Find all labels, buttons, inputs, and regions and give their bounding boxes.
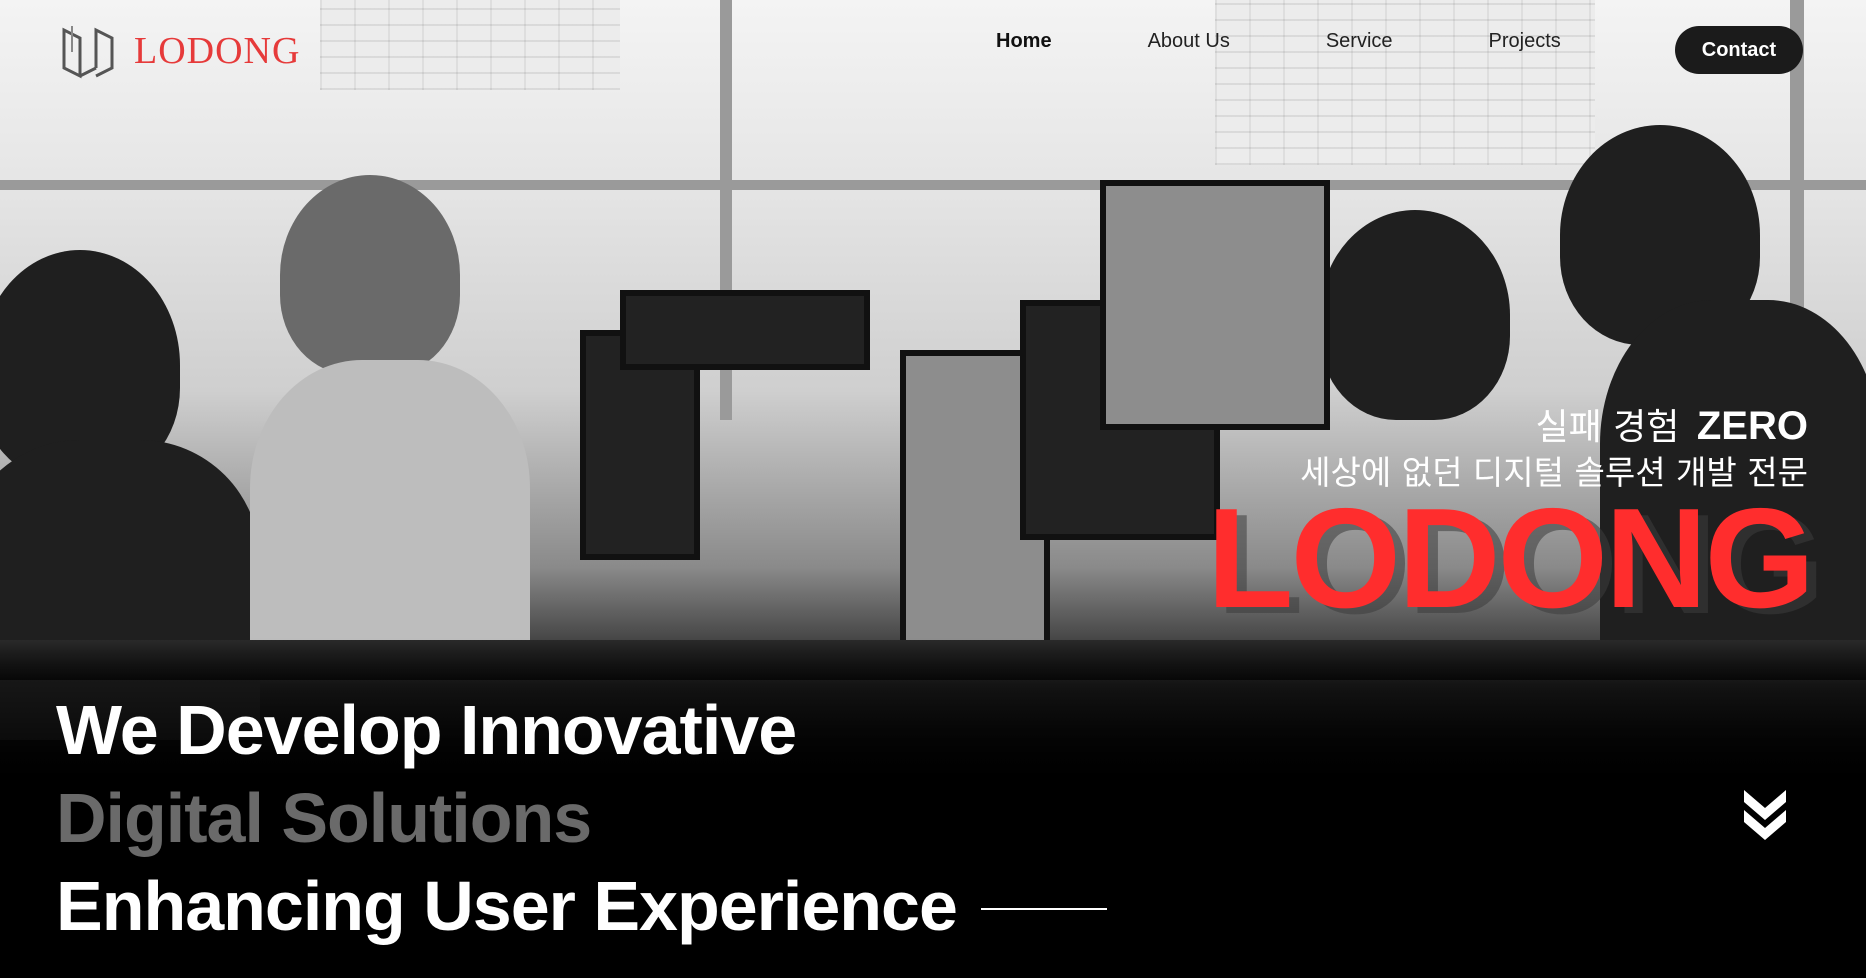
tagline-korean-primary: 실패 경험 ZERO [1535,398,1808,450]
hero-headline: We Develop Innovative Digital Solutions … [56,686,1107,950]
main-nav: Home About Us Service Projects [996,30,1561,53]
person-silhouette [250,360,530,680]
person-silhouette [280,175,460,375]
headline-divider [980,908,1107,910]
headline-line-3-text: Enhancing User Experience [56,867,958,945]
logo-wordmark: LODONG [134,30,301,72]
lodong-logo-icon [62,26,114,79]
double-chevron-down-icon[interactable] [1740,786,1790,842]
tagline-zero: ZERO [1696,404,1808,448]
tagline-korean-text: 실패 경험 [1535,407,1680,448]
logo[interactable]: LODONG [58,22,300,80]
monitor [1100,180,1330,430]
nav-item-about-us[interactable]: About Us [1148,30,1230,53]
monitor [620,290,870,370]
site-header: LODONG Home About Us Service Projects Co… [0,0,1866,100]
headline-line-3: Enhancing User Experience [56,862,1107,950]
nav-item-service[interactable]: Service [1326,30,1393,53]
hero-brand-title: LODONG [1206,479,1815,638]
headline-line-1: We Develop Innovative [56,691,797,769]
contact-button[interactable]: Contact [1675,26,1803,74]
nav-item-home[interactable]: Home [996,30,1052,53]
nav-item-projects[interactable]: Projects [1489,30,1561,53]
headline-line-2: Digital Solutions [56,779,592,857]
person-silhouette [1320,210,1510,420]
